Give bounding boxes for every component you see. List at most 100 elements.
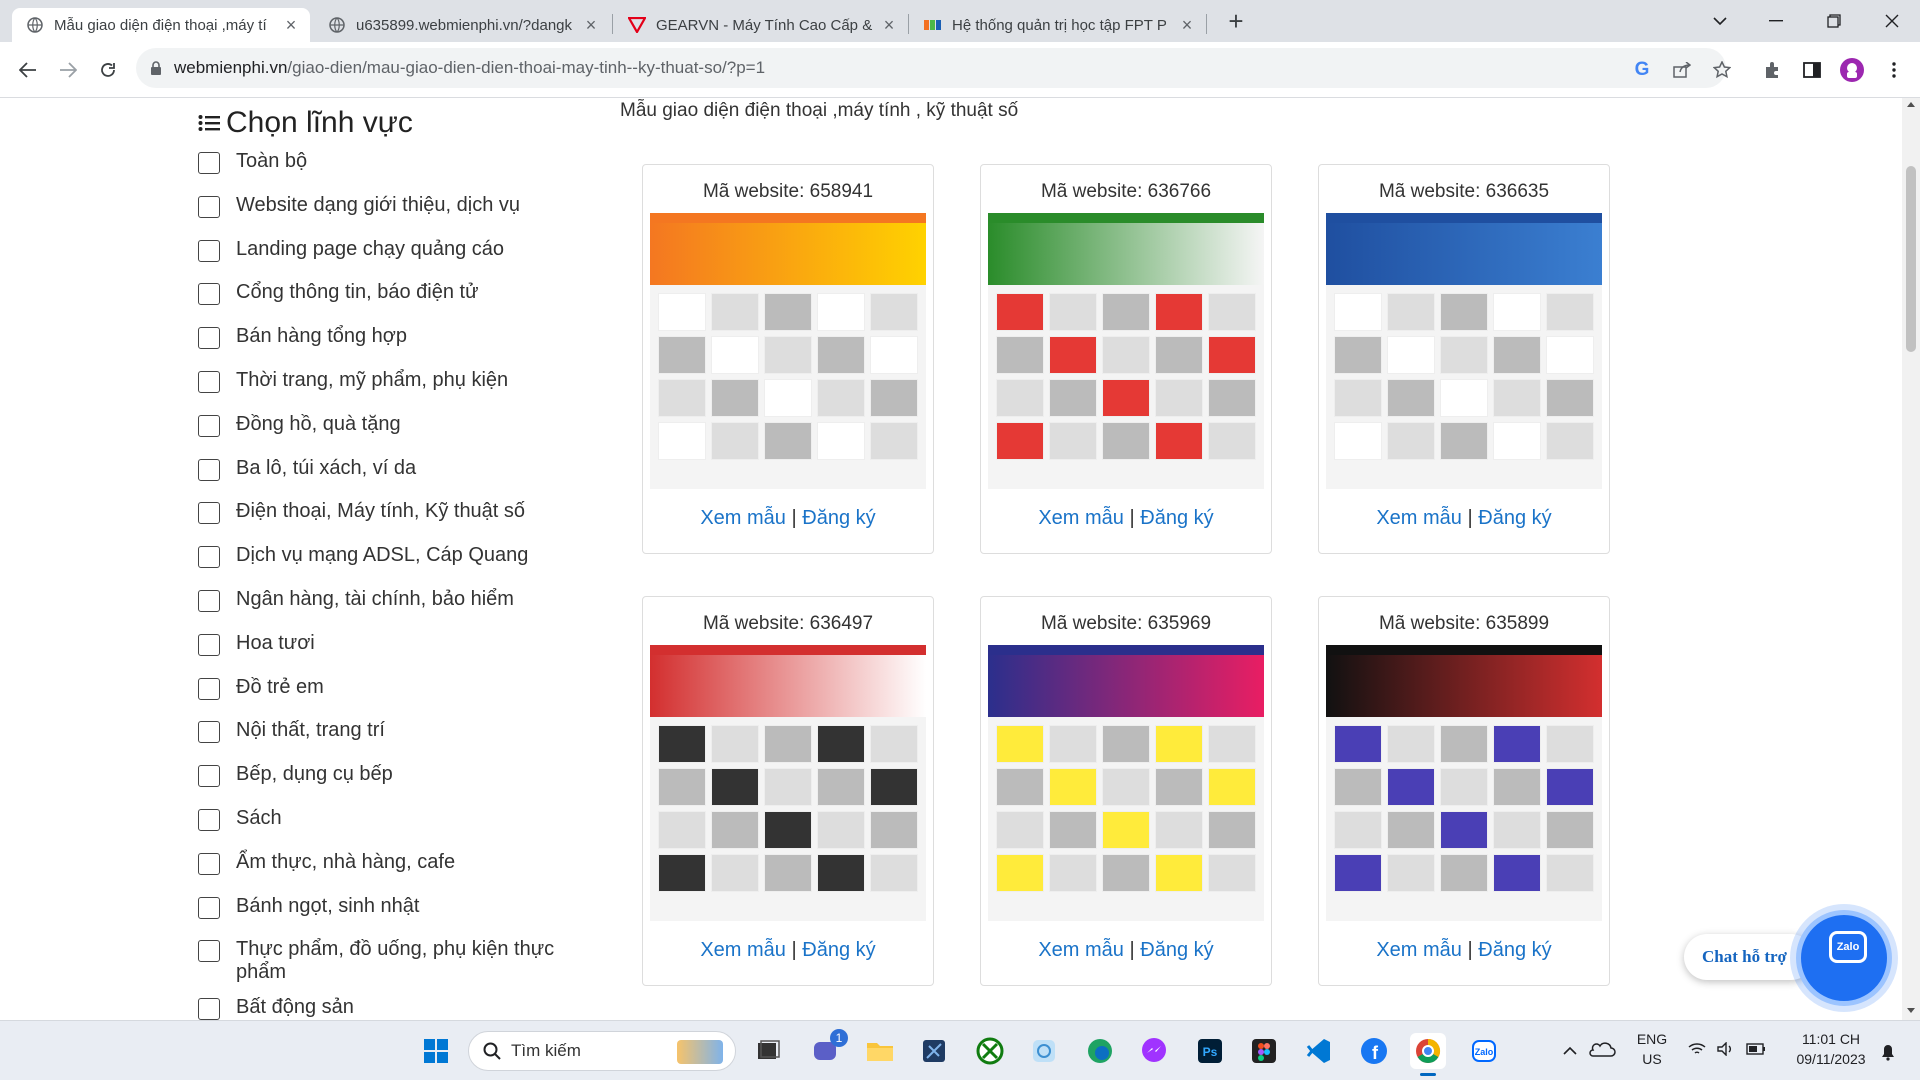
extensions-icon[interactable] <box>1756 54 1788 86</box>
new-tab-icon[interactable]: + <box>1222 8 1250 36</box>
svg-text:f: f <box>1372 1043 1379 1063</box>
close-window-icon[interactable] <box>1864 0 1920 42</box>
photos-icon[interactable] <box>1026 1033 1062 1069</box>
minimize-icon[interactable] <box>1748 0 1804 42</box>
sidebar-item[interactable]: Ba lô, túi xách, ví da <box>198 457 578 501</box>
close-tab-icon[interactable]: × <box>1178 16 1196 34</box>
website-code: Mã website: 658941 <box>702 181 874 202</box>
more-menu-icon[interactable] <box>1878 54 1910 86</box>
task-view-icon[interactable] <box>750 1033 786 1069</box>
scroll-up-icon[interactable] <box>1907 102 1915 107</box>
template-thumbnail[interactable] <box>650 645 926 921</box>
sidebar-item[interactable]: Bất động sản <box>198 996 578 1020</box>
shirt-icon <box>198 370 220 393</box>
tab-4[interactable]: Hệ thống quản trị học tập FPT P × <box>910 8 1206 42</box>
template-thumbnail[interactable] <box>1326 213 1602 489</box>
chevron-up-icon[interactable] <box>1552 1033 1588 1069</box>
sidebar-item-label: Landing page chạy quảng cáo <box>236 237 505 260</box>
register-link[interactable]: Đăng ký <box>1478 507 1551 529</box>
edge-icon[interactable] <box>1082 1033 1118 1069</box>
template-thumbnail[interactable] <box>988 213 1264 489</box>
sidebar-item[interactable]: Cổng thông tin, báo điện tử <box>198 281 578 325</box>
sidebar-item[interactable]: Toàn bộ <box>198 150 578 194</box>
sidebar-item[interactable]: Dịch vụ mạng ADSL, Cáp Quang <box>198 544 578 588</box>
register-link[interactable]: Đăng ký <box>1140 507 1213 529</box>
teams-chat-icon[interactable]: 1 <box>808 1029 848 1069</box>
register-link[interactable]: Đăng ký <box>1478 939 1551 961</box>
sidebar-item[interactable]: Ngân hàng, tài chính, bảo hiểm <box>198 588 578 632</box>
tab-2[interactable]: u635899.webmienphi.vn/?dangk × <box>314 8 610 42</box>
search-highlight-icon <box>677 1040 723 1064</box>
sidebar-item[interactable]: Hoa tươi <box>198 632 578 676</box>
reload-icon[interactable] <box>92 54 124 86</box>
sidebar-item[interactable]: Nội thất, trang trí <box>198 719 578 763</box>
view-template-link[interactable]: Xem mẫu <box>1376 507 1462 529</box>
share-icon[interactable] <box>1666 54 1698 86</box>
facebook-icon[interactable]: f <box>1356 1033 1392 1069</box>
profile-avatar[interactable] <box>1836 54 1868 86</box>
side-panel-icon[interactable] <box>1796 54 1828 86</box>
zalo-chat-button[interactable]: Zalo <box>1796 910 1892 1006</box>
template-thumbnail[interactable] <box>1326 645 1602 921</box>
template-thumbnail[interactable] <box>988 645 1264 921</box>
view-template-link[interactable]: Xem mẫu <box>1038 507 1124 529</box>
scroll-down-icon[interactable] <box>1907 1008 1915 1013</box>
list-icon <box>198 152 220 174</box>
chat-support-button[interactable]: Chat hỗ trợ <box>1684 934 1814 980</box>
tab-active[interactable]: Mẫu giao diện điện thoại ,máy tí × <box>12 8 310 42</box>
file-explorer-icon[interactable] <box>862 1033 898 1069</box>
restore-icon[interactable] <box>1806 0 1862 42</box>
register-link[interactable]: Đăng ký <box>1140 939 1213 961</box>
lock-icon[interactable] <box>150 60 162 76</box>
onedrive-icon[interactable] <box>1584 1033 1620 1069</box>
page-scrollbar[interactable] <box>1902 98 1920 1020</box>
vscode-icon[interactable] <box>1300 1033 1336 1069</box>
template-thumbnail[interactable] <box>650 213 926 489</box>
snipping-tool-icon[interactable] <box>916 1033 952 1069</box>
forward-icon[interactable] <box>52 54 84 86</box>
figma-icon[interactable] <box>1246 1033 1282 1069</box>
back-icon[interactable] <box>12 54 44 86</box>
view-template-link[interactable]: Xem mẫu <box>700 507 786 529</box>
utensils-icon <box>198 852 220 875</box>
clock[interactable]: 11:01 CH 09/11/2023 <box>1786 1029 1876 1069</box>
sidebar-item[interactable]: Đồng hồ, quà tặng <box>198 413 578 457</box>
system-tray-icons[interactable] <box>1682 1033 1772 1069</box>
sidebar-item[interactable]: Bánh ngọt, sinh nhật <box>198 895 578 939</box>
sidebar-item[interactable]: Điện thoại, Máy tính, Kỹ thuật số <box>198 500 578 544</box>
messenger-icon[interactable] <box>1136 1033 1172 1069</box>
photoshop-icon[interactable]: Ps <box>1192 1033 1228 1069</box>
view-template-link[interactable]: Xem mẫu <box>1376 939 1462 961</box>
tab-3[interactable]: GEARVN - Máy Tính Cao Cấp & × <box>614 8 908 42</box>
register-link[interactable]: Đăng ký <box>802 507 875 529</box>
view-template-link[interactable]: Xem mẫu <box>1038 939 1124 961</box>
sidebar-item[interactable]: Ẩm thực, nhà hàng, cafe <box>198 851 578 895</box>
xbox-icon[interactable] <box>972 1033 1008 1069</box>
sidebar-item[interactable]: Website dạng giới thiệu, dịch vụ <box>198 194 578 238</box>
taskbar-search[interactable]: Tìm kiếm <box>468 1031 736 1071</box>
google-icon[interactable]: G <box>1626 54 1658 86</box>
close-tab-icon[interactable]: × <box>582 16 600 34</box>
sidebar-item[interactable]: Bán hàng tổng hợp <box>198 325 578 369</box>
zalo-app-icon[interactable]: Zalo <box>1466 1033 1502 1069</box>
sidebar-item[interactable]: Landing page chạy quảng cáo <box>198 238 578 282</box>
windows-start-icon[interactable] <box>418 1033 454 1069</box>
register-link[interactable]: Đăng ký <box>802 939 875 961</box>
url-path: /giao-dien/mau-giao-dien-dien-thoai-may-… <box>287 58 766 77</box>
close-tab-icon[interactable]: × <box>282 16 300 34</box>
view-template-link[interactable]: Xem mẫu <box>700 939 786 961</box>
sidebar-item[interactable]: Bếp, dụng cụ bếp <box>198 763 578 807</box>
link-separator: | <box>1467 507 1473 529</box>
sidebar-item[interactable]: Đồ trẻ em <box>198 676 578 720</box>
close-tab-icon[interactable]: × <box>880 16 898 34</box>
sidebar-item[interactable]: Sách <box>198 807 578 851</box>
sidebar-item[interactable]: Thời trang, mỹ phẩm, phụ kiện <box>198 369 578 413</box>
input-language[interactable]: ENG US <box>1634 1029 1670 1069</box>
notification-bell-icon[interactable] <box>1870 1033 1906 1069</box>
bookmark-star-icon[interactable] <box>1706 54 1738 86</box>
sidebar-item[interactable]: Thực phẩm, đồ uống, phụ kiện thực phẩm <box>198 938 578 996</box>
chrome-icon[interactable] <box>1410 1033 1446 1076</box>
scroll-thumb[interactable] <box>1906 166 1916 352</box>
address-bar[interactable]: webmienphi.vn/giao-dien/mau-giao-dien-di… <box>136 48 1726 88</box>
tab-search-icon[interactable] <box>1692 0 1748 42</box>
